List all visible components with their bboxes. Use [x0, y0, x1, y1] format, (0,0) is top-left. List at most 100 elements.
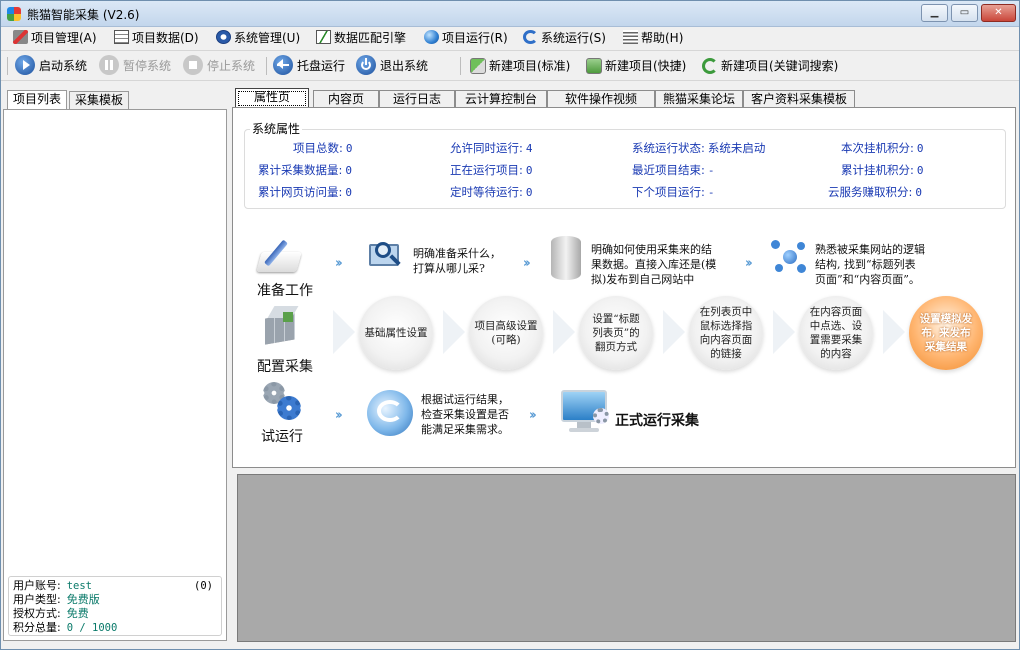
- stat-recent-end: 最近项目结束: -: [632, 163, 715, 177]
- flow-arrow-icon: [333, 310, 355, 354]
- exit-label: 退出系统: [380, 59, 429, 73]
- title-bar: 熊猫智能采集 (V2.6) ▁ ▭ ✕: [1, 1, 1019, 27]
- menu-bar: 项目管理(A) 项目数据(D) 系统管理(U) 数据匹配引擎 项目运行(R) 系…: [1, 27, 1019, 49]
- tab-customer-template[interactable]: 客户资料采集模板: [743, 90, 855, 108]
- database-icon: [551, 236, 581, 280]
- stat-next-project: 下个项目运行: -: [632, 185, 715, 199]
- gear-icon: [216, 30, 231, 44]
- stop-system-button[interactable]: 停止系统: [183, 55, 255, 77]
- user-info-box: 用户账号: test (0) 用户类型: 免费版 授权方式: 免费 积分总量: 0 / …: [8, 576, 222, 636]
- pause-system-button[interactable]: 暂停系统: [99, 55, 171, 77]
- stat-project-total: 项目总数: 0: [293, 141, 353, 155]
- chevron-right-icon: ››: [335, 256, 343, 271]
- menu-system-manage[interactable]: 系统管理(U): [216, 30, 300, 47]
- points-row: 积分总量: 0 / 1000: [13, 621, 217, 635]
- toolbar-separator: [266, 57, 267, 75]
- properties-panel: 系统属性 项目总数: 0 累计采集数据量: 0 累计网页访问量: 0 允许同时运行: 4…: [232, 107, 1016, 468]
- formal-run-label: 正式运行采集: [615, 413, 699, 429]
- minimize-button[interactable]: ▁: [921, 4, 948, 22]
- sync-icon: [523, 30, 538, 44]
- cube-icon: [261, 306, 301, 346]
- list-icon: [623, 30, 638, 44]
- trial-run-text: 根据试运行结果， 检查采集设置是否 能满足采集需求。: [421, 393, 509, 436]
- tray-icon: [273, 55, 293, 75]
- pause-label: 暂停系统: [123, 59, 172, 73]
- tray-run-button[interactable]: 托盘运行: [273, 55, 345, 77]
- play-icon: [15, 55, 35, 75]
- start-system-button[interactable]: 启动系统: [15, 55, 87, 77]
- stat-cumulative-visits: 累计网页访问量: 0: [258, 185, 352, 199]
- stat-running-projects: 正在运行项目: 0: [450, 163, 533, 177]
- tab-run-log[interactable]: 运行日志: [379, 90, 455, 108]
- menu-project-run[interactable]: 项目运行(R): [424, 30, 508, 47]
- tab-forum[interactable]: 熊猫采集论坛: [655, 90, 743, 108]
- new-project-keyword-button[interactable]: 新建项目(关键词搜索): [702, 55, 838, 77]
- menu-system-run[interactable]: 系统运行(S): [523, 30, 606, 47]
- system-properties-title: 系统属性: [250, 120, 303, 137]
- new-keyword-label: 新建项目(关键词搜索): [721, 59, 839, 73]
- network-nodes-icon: [771, 240, 807, 274]
- flow-arrow-icon: [553, 310, 575, 354]
- fast-project-icon: [586, 58, 602, 74]
- stop-icon: [183, 55, 203, 75]
- menu-project-manage[interactable]: 项目管理(A): [13, 30, 97, 47]
- menu-data-engine[interactable]: 数据匹配引擎: [316, 30, 406, 47]
- stat-cumulative-collected: 累计采集数据量: 0: [258, 163, 352, 177]
- power-icon: [356, 55, 376, 75]
- stat-system-state: 系统运行状态: 系统未启动: [632, 141, 766, 155]
- prepare-text-3: 熟悉被采集网站的逻辑 结构, 找到“标题列表 页面”和“内容页面”。: [815, 243, 925, 286]
- menu-label: 帮助(H): [641, 31, 684, 45]
- user-type-row: 用户类型: 免费版: [13, 593, 217, 607]
- new-project-standard-button[interactable]: 新建项目(标准): [470, 55, 570, 77]
- step-basic-settings: 基础属性设置: [359, 296, 433, 370]
- toolbar-grip: [7, 57, 8, 75]
- account-label: 用户账号:: [13, 579, 61, 592]
- tab-project-list[interactable]: 项目列表: [7, 90, 68, 110]
- menu-label: 系统运行(S): [541, 31, 606, 45]
- menu-project-data[interactable]: 项目数据(D): [114, 30, 199, 47]
- flow-arrow-icon: [773, 310, 795, 354]
- points-label: 积分总量:: [13, 621, 61, 634]
- prepare-text-1: 明确准备采什么， 打算从哪儿采?: [413, 247, 501, 275]
- globe-icon: [424, 30, 439, 44]
- project-list-panel[interactable]: 用户账号: test (0) 用户类型: 免费版 授权方式: 免费 积分总量: 0 / …: [3, 109, 227, 641]
- chevron-right-icon: ››: [335, 408, 343, 423]
- auth-label: 授权方式:: [13, 607, 61, 620]
- new-project-fast-button[interactable]: 新建项目(快捷): [586, 55, 686, 77]
- close-button[interactable]: ✕: [981, 4, 1016, 22]
- chevron-right-icon: ››: [529, 408, 537, 423]
- stat-cloud-points: 云服务赚取积分: 0: [828, 185, 922, 199]
- tab-properties[interactable]: 属性页: [235, 88, 309, 109]
- step-prepare-label: 准备工作: [257, 283, 313, 299]
- chevron-right-icon: ››: [523, 256, 531, 271]
- menu-label: 数据匹配引擎: [334, 31, 407, 45]
- stat-cumulative-points: 累计挂机积分: 0: [841, 163, 924, 177]
- flow-arrow-icon: [443, 310, 465, 354]
- step-advanced-settings: 项目高级设置 (可略): [469, 296, 543, 370]
- account-count: (0): [194, 580, 213, 592]
- pen-icon: [256, 238, 303, 274]
- new-standard-label: 新建项目(标准): [489, 59, 571, 73]
- app-window: 熊猫智能采集 (V2.6) ▁ ▭ ✕ 项目管理(A) 项目数据(D) 系统管理…: [0, 0, 1020, 650]
- menu-help[interactable]: 帮助(H): [623, 30, 683, 47]
- log-output-panel[interactable]: [237, 474, 1016, 642]
- window-title: 熊猫智能采集 (V2.6): [27, 8, 140, 22]
- tab-content[interactable]: 内容页: [313, 90, 379, 108]
- tab-tutorial-video[interactable]: 软件操作视频: [547, 90, 655, 108]
- start-label: 启动系统: [39, 59, 88, 73]
- maximize-button[interactable]: ▭: [951, 4, 978, 22]
- stop-label: 停止系统: [207, 59, 256, 73]
- tab-collect-template[interactable]: 采集模板: [69, 91, 130, 109]
- tab-cloud-console[interactable]: 云计算控制台: [455, 90, 547, 108]
- points-value: 0 / 1000: [66, 622, 118, 634]
- step-select-links: 在列表页中 鼠标选择指 向内容页面 的链接: [689, 296, 763, 370]
- chevron-right-icon: ››: [745, 256, 753, 271]
- browser-icon: [367, 390, 413, 436]
- toolbar-separator: [460, 57, 461, 75]
- flow-arrow-icon: [883, 310, 905, 354]
- prepare-text-2: 明确如何使用采集来的结 果数据。直接入库还是(模 拟)发布到自己网站中: [591, 243, 717, 286]
- toolbar: 启动系统 暂停系统 停止系统 托盘运行 退出系统 新建项目(标准) 新建项目(快…: [1, 50, 1019, 81]
- auth-value: 免费: [66, 607, 89, 620]
- table-icon: [114, 30, 129, 44]
- exit-system-button[interactable]: 退出系统: [356, 55, 428, 77]
